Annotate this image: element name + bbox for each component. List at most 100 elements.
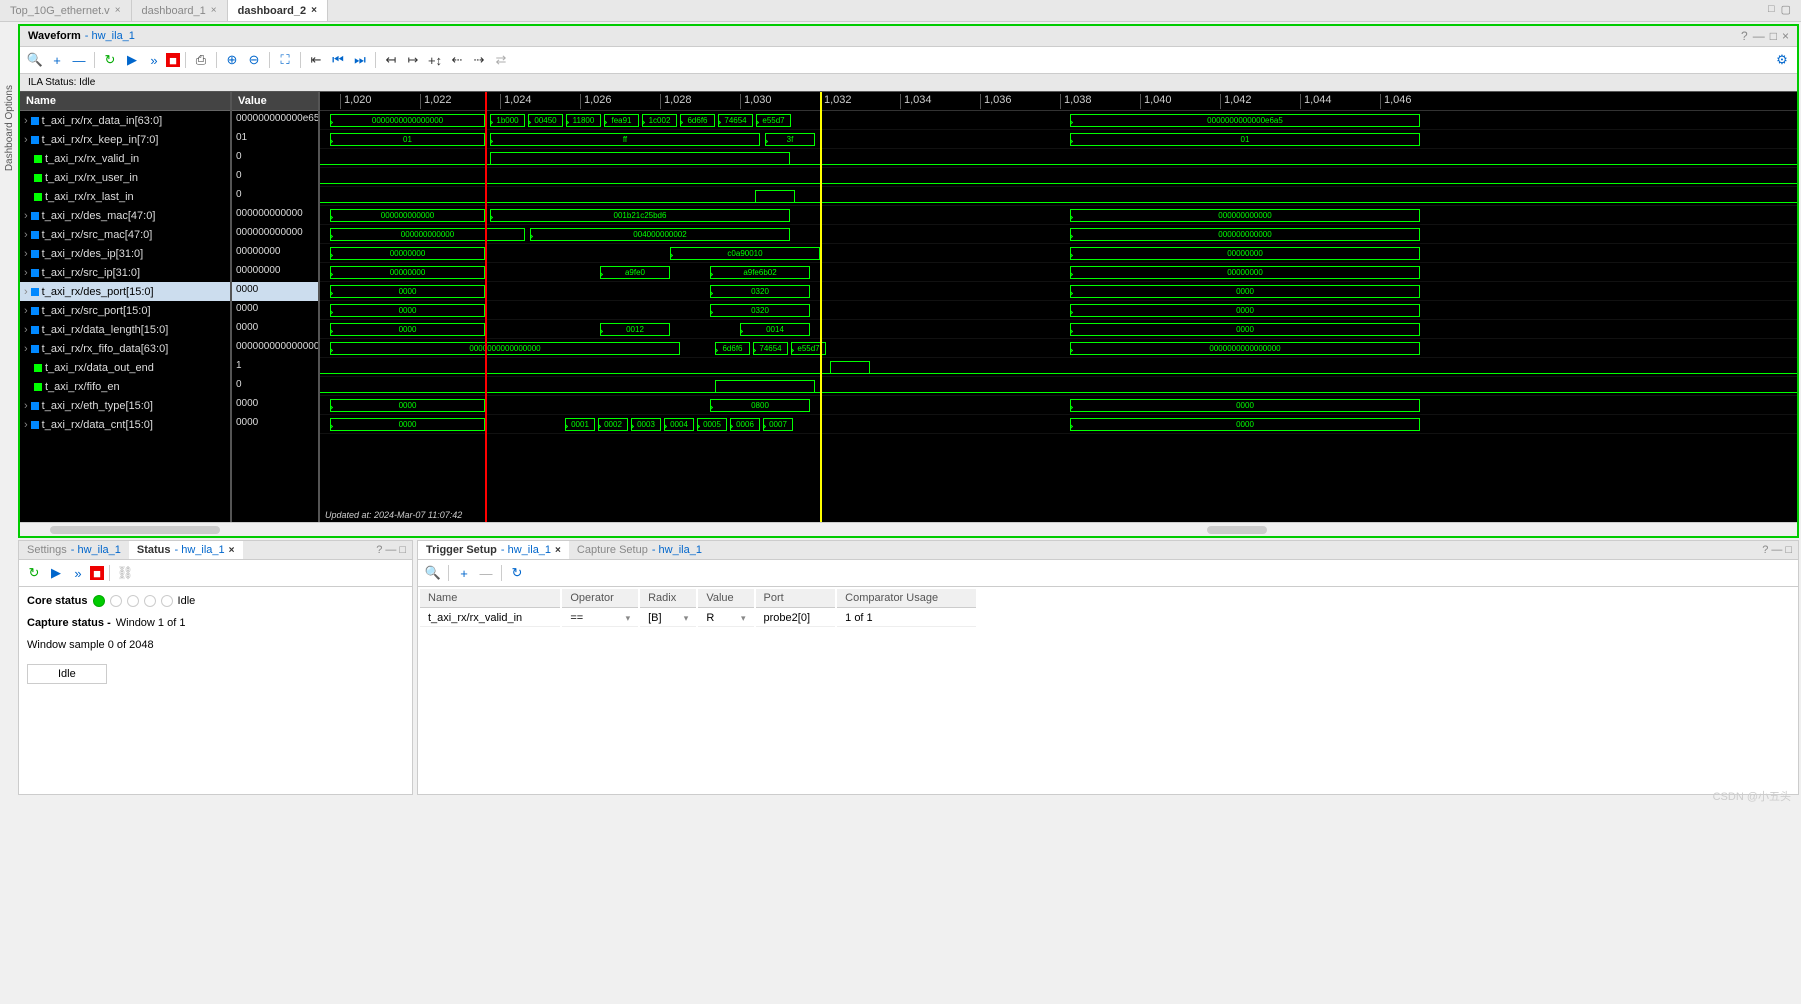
maximize-icon[interactable]: □ xyxy=(1785,544,1792,556)
help-icon[interactable]: ? xyxy=(376,544,382,556)
wave-row[interactable]: 000000000000001b21c25bd6000000000000 xyxy=(320,206,1797,225)
signal-row[interactable]: ›t_axi_rx/src_port[15:0] xyxy=(20,301,230,320)
wave-row[interactable]: 000003200000 xyxy=(320,301,1797,320)
wave-row[interactable]: 0000001200140000 xyxy=(320,320,1797,339)
radix-select[interactable]: [B]▾ xyxy=(648,612,688,624)
expand-icon[interactable]: › xyxy=(24,229,28,241)
operator-select[interactable]: ==▾ xyxy=(570,612,630,624)
tab-status[interactable]: Status - hw_ila_1× xyxy=(129,541,243,559)
signal-row[interactable]: t_axi_rx/rx_last_in xyxy=(20,187,230,206)
signal-row[interactable]: t_axi_rx/rx_valid_in xyxy=(20,149,230,168)
signal-row[interactable]: ›t_axi_rx/rx_data_in[63:0] xyxy=(20,111,230,130)
prev-marker-icon[interactable]: ⇠ xyxy=(447,50,467,70)
goto-start-icon[interactable]: ⇤ xyxy=(306,50,326,70)
search-icon[interactable]: 🔍 xyxy=(25,50,45,70)
gear-icon[interactable]: ⚙ xyxy=(1772,50,1792,70)
fast-forward-icon[interactable]: » xyxy=(68,563,88,583)
tab-top-10g[interactable]: Top_10G_ethernet.v× xyxy=(0,0,132,21)
wave-row[interactable] xyxy=(320,358,1797,377)
tab-dashboard-2[interactable]: dashboard_2× xyxy=(228,0,328,21)
tab-trigger-setup[interactable]: Trigger Setup - hw_ila_1× xyxy=(418,541,569,559)
play-icon[interactable]: ▶ xyxy=(122,50,142,70)
signal-row[interactable]: ›t_axi_rx/data_length[15:0] xyxy=(20,320,230,339)
prev-edge-icon[interactable]: ↤ xyxy=(381,50,401,70)
dashboard-options-tab[interactable]: Dashboard Options xyxy=(2,80,17,176)
expand-icon[interactable]: › xyxy=(24,286,28,298)
stop-icon[interactable]: ■ xyxy=(166,53,180,67)
expand-icon[interactable]: › xyxy=(24,267,28,279)
value-select[interactable]: R▾ xyxy=(706,612,745,624)
add-icon[interactable]: + xyxy=(454,563,474,583)
refresh-icon[interactable]: ↻ xyxy=(100,50,120,70)
expand-icon[interactable]: › xyxy=(24,115,28,127)
wave-row[interactable]: 00000000c0a9001000000000 xyxy=(320,244,1797,263)
close-icon[interactable]: × xyxy=(1782,29,1789,43)
scrollbar-thumb[interactable] xyxy=(50,526,220,534)
signal-row[interactable]: ›t_axi_rx/src_mac[47:0] xyxy=(20,225,230,244)
waveform-canvas[interactable]: 1,033 1,0201,0221,0241,0261,0281,0301,03… xyxy=(320,92,1797,522)
wave-row[interactable] xyxy=(320,377,1797,396)
signal-row[interactable]: ›t_axi_rx/eth_type[15:0] xyxy=(20,396,230,415)
link-icon[interactable]: ⛓ xyxy=(115,563,135,583)
signal-row[interactable]: t_axi_rx/data_out_end xyxy=(20,358,230,377)
wave-row[interactable]: 01ff3f01 xyxy=(320,130,1797,149)
time-ruler[interactable]: 1,033 1,0201,0221,0241,0261,0281,0301,03… xyxy=(320,92,1797,111)
wave-row[interactable]: 000000000000004000000002000000000000 xyxy=(320,225,1797,244)
help-icon[interactable]: ? xyxy=(1741,29,1748,43)
wave-row[interactable] xyxy=(320,187,1797,206)
expand-icon[interactable]: › xyxy=(24,134,28,146)
signal-row[interactable]: ›t_axi_rx/des_mac[47:0] xyxy=(20,206,230,225)
add-marker-icon[interactable]: +↕ xyxy=(425,50,445,70)
marker-red[interactable] xyxy=(485,92,487,522)
signal-row[interactable]: ›t_axi_rx/rx_fifo_data[63:0] xyxy=(20,339,230,358)
close-icon[interactable]: × xyxy=(311,5,317,16)
expand-icon[interactable]: › xyxy=(24,343,28,355)
minimize-icon[interactable]: — xyxy=(385,544,396,556)
signal-row[interactable]: ›t_axi_rx/des_ip[31:0] xyxy=(20,244,230,263)
wave-row[interactable]: 000000010002000300040005000600070000 xyxy=(320,415,1797,434)
expand-icon[interactable]: › xyxy=(24,400,28,412)
remove-icon[interactable]: — xyxy=(69,50,89,70)
wave-row[interactable]: 00000000a9fe0a9fe6b0200000000 xyxy=(320,263,1797,282)
refresh-icon[interactable]: ↻ xyxy=(507,563,527,583)
minimize-icon[interactable]: — xyxy=(1753,29,1765,43)
signal-row[interactable]: t_axi_rx/rx_user_in xyxy=(20,168,230,187)
signal-row[interactable]: ›t_axi_rx/src_ip[31:0] xyxy=(20,263,230,282)
export-icon[interactable]: ⎙ xyxy=(191,50,211,70)
next-marker-icon[interactable]: ⇢ xyxy=(469,50,489,70)
maximize-icon[interactable]: □ xyxy=(399,544,406,556)
signal-row[interactable]: ›t_axi_rx/rx_keep_in[7:0] xyxy=(20,130,230,149)
next-edge-icon[interactable]: ↦ xyxy=(403,50,423,70)
trigger-row[interactable]: t_axi_rx/rx_valid_in==▾[B]▾R▾probe2[0]1 … xyxy=(420,610,976,627)
tab-dashboard-1[interactable]: dashboard_1× xyxy=(132,0,228,21)
fast-forward-icon[interactable]: » xyxy=(144,50,164,70)
zoom-in-icon[interactable]: ⊕ xyxy=(222,50,242,70)
refresh-icon[interactable]: ↻ xyxy=(24,563,44,583)
help-icon[interactable]: ? xyxy=(1762,544,1768,556)
wave-row[interactable] xyxy=(320,168,1797,187)
close-icon[interactable]: × xyxy=(555,545,561,556)
signal-row[interactable]: t_axi_rx/fifo_en xyxy=(20,377,230,396)
search-icon[interactable]: 🔍 xyxy=(423,563,443,583)
signal-row[interactable]: ›t_axi_rx/data_cnt[15:0] xyxy=(20,415,230,434)
play-icon[interactable]: ▶ xyxy=(46,563,66,583)
wave-row[interactable]: 00000000000000006d6f674654e55d7000000000… xyxy=(320,339,1797,358)
prev-icon[interactable]: ⏮ xyxy=(328,50,348,70)
expand-icon[interactable]: › xyxy=(24,210,28,222)
remove-icon[interactable]: — xyxy=(476,563,496,583)
stop-icon[interactable]: ■ xyxy=(90,566,104,580)
expand-icon[interactable]: › xyxy=(24,419,28,431)
tab-settings[interactable]: Settings - hw_ila_1 xyxy=(19,541,129,559)
next-icon[interactable]: ⏭ xyxy=(350,50,370,70)
wave-row[interactable]: 00000000000000001b0000045011800fea911c00… xyxy=(320,111,1797,130)
wave-row[interactable] xyxy=(320,149,1797,168)
close-icon[interactable]: × xyxy=(229,545,235,556)
swap-icon[interactable]: ⇄ xyxy=(491,50,511,70)
scrollbar-thumb-wave[interactable] xyxy=(1207,526,1267,534)
zoom-fit-icon[interactable]: ⛶ xyxy=(275,50,295,70)
expand-icon[interactable]: › xyxy=(24,324,28,336)
scrollbar-horizontal[interactable] xyxy=(20,522,1797,536)
close-icon[interactable]: × xyxy=(211,5,217,16)
tab-capture-setup[interactable]: Capture Setup - hw_ila_1 xyxy=(569,541,710,559)
expand-icon[interactable]: › xyxy=(24,305,28,317)
